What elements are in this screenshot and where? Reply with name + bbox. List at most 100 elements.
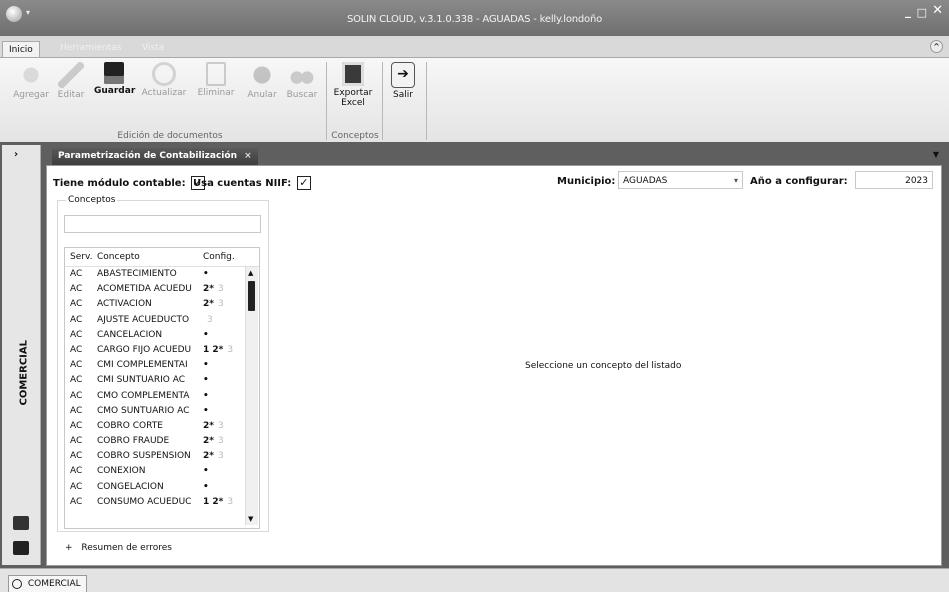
export-excel-button[interactable]: Exportar Excel — [330, 62, 376, 108]
exit-module-icon[interactable] — [13, 541, 29, 555]
concepts-grid: Serv. Concepto Config. AC ABASTECIMIENTO •… — [64, 247, 260, 529]
save-button[interactable]: Guardar — [94, 62, 135, 96]
cell-config-value: • — [203, 269, 209, 279]
cell-config: • — [203, 330, 241, 340]
add-button[interactable]: Agregar — [12, 62, 50, 100]
table-row[interactable]: AC ACTIVACIÓN 2* 3 — [65, 297, 245, 312]
table-row[interactable]: AC CONGELACIÓN • — [65, 480, 245, 495]
refresh-button[interactable]: Actualizar — [140, 62, 188, 98]
cell-serv: AC — [70, 466, 83, 477]
export-excel-label: Exportar Excel — [333, 88, 373, 108]
cell-config-dim: 3 — [217, 436, 224, 447]
table-row[interactable]: AC CARGO FIJO ACUEDU 1 2* 3 — [65, 343, 245, 358]
municipio-select[interactable]: AGUADAS ▾ — [618, 171, 743, 189]
tab-close-icon[interactable]: × — [244, 151, 252, 161]
cell-config: • — [203, 466, 241, 476]
delete-button-label: Eliminar — [197, 88, 235, 98]
cell-config: • — [203, 482, 241, 492]
cell-serv: AC — [70, 481, 83, 492]
cell-config-value: • — [203, 329, 209, 340]
cell-serv: AC — [70, 299, 83, 310]
cell-config: • — [203, 391, 241, 401]
ribbon-separator — [382, 62, 383, 140]
table-row[interactable]: AC CANCELACIÓN • — [65, 328, 245, 343]
concepts-group: Conceptos Serv. Concepto Config. AC ABAST… — [57, 195, 269, 532]
scroll-thumb[interactable] — [248, 281, 255, 311]
tab-list-dropdown-icon[interactable]: ▼ — [933, 150, 939, 159]
table-row[interactable]: AC CMI COMPLEMENTAI • — [65, 358, 245, 373]
cell-concepto: COBRO SUSPENSIÓN — [97, 451, 191, 462]
exit-button-label: Salir — [393, 90, 413, 100]
cell-config: 2* 3 — [203, 284, 241, 294]
edit-button-label: Editar — [57, 90, 85, 100]
empty-selection-message: Seleccione un concepto del listado — [525, 361, 682, 371]
cell-config: 2* 3 — [203, 421, 241, 431]
document-tab-label: Parametrización de Contabilización — [58, 151, 237, 161]
concepts-search-input[interactable] — [64, 215, 261, 233]
table-row[interactable]: AC ACOMETIDA ACUEDU 2* 3 — [65, 282, 245, 297]
grid-scrollbar[interactable]: ▲ ▼ — [245, 267, 258, 525]
minimize-icon[interactable]: _ — [905, 4, 911, 18]
cell-config-value: 2* — [203, 420, 214, 431]
column-header-config[interactable]: Config. — [203, 252, 241, 262]
void-button-label: Anular — [247, 90, 277, 100]
table-row[interactable]: AC CMO COMPLEMENTA • — [65, 389, 245, 404]
cell-serv: AC — [70, 360, 83, 371]
table-row[interactable]: AC COBRO FRAUDE 2* 3 — [65, 434, 245, 449]
column-header-concepto[interactable]: Concepto — [97, 252, 199, 262]
table-row[interactable]: AC COBRO CORTE 2* 3 — [65, 419, 245, 434]
expand-icon[interactable]: + — [65, 543, 73, 553]
cell-config-value: • — [203, 375, 209, 386]
cell-concepto: CMO COMPLEMENTA — [97, 390, 190, 401]
bottom-tab-label: COMERCIAL — [27, 579, 81, 589]
cell-config-value: • — [203, 466, 209, 477]
tab-inicio[interactable]: Inicio — [2, 41, 40, 58]
cell-config-dim: 3 — [217, 451, 224, 462]
module-label[interactable]: COMERCIAL — [19, 340, 30, 406]
table-row[interactable]: AC AJUSTE ACUEDUCTO 3 — [65, 313, 245, 328]
bottom-tab-comercial[interactable]: COMERCIAL — [8, 575, 87, 592]
expand-chevron-icon[interactable]: › — [14, 149, 18, 160]
tab-herramientas[interactable]: Herramientas — [54, 40, 127, 56]
exit-button[interactable]: ➔ Salir — [388, 62, 418, 100]
table-row[interactable]: AC CMO SUNTUARIO AC • — [65, 404, 245, 419]
bottom-tabs-bar: COMERCIAL — [0, 568, 949, 592]
config-panel: Tiene módulo contable: ✓ Usa cuentas NII… — [46, 165, 942, 566]
delete-button[interactable]: Eliminar — [194, 62, 238, 98]
cell-config: 2* 3 — [203, 299, 241, 309]
column-header-serv[interactable]: Serv. — [70, 252, 92, 262]
scroll-down-icon[interactable]: ▼ — [248, 515, 253, 523]
close-icon[interactable]: ✕ — [932, 3, 943, 18]
document-tab[interactable]: Parametrización de Contabilización × — [52, 148, 258, 165]
cell-serv: AC — [70, 405, 83, 416]
niif-checkbox[interactable]: ✓ — [296, 176, 311, 190]
cell-config-value: 2* — [203, 436, 214, 447]
dropdown-arrow-icon[interactable]: ▾ — [734, 172, 738, 190]
table-row[interactable]: AC ABASTECIMIENTO • — [65, 267, 245, 282]
niif-row: Usa cuentas NIIF: ✓ — [193, 176, 311, 190]
edit-button[interactable]: Editar — [54, 62, 88, 100]
table-row[interactable]: AC CONSUMO ACUEDUC 1 2* 3 — [65, 495, 245, 510]
maximize-icon[interactable]: □ — [917, 6, 927, 19]
cell-config: 2* 3 — [203, 451, 241, 461]
search-button[interactable]: Buscar — [284, 62, 320, 100]
cell-config-value: 1 2* — [203, 344, 224, 355]
table-row[interactable]: AC CMI SUNTUARIO AC • — [65, 373, 245, 388]
municipio-value: AGUADAS — [623, 176, 668, 186]
tab-vista[interactable]: Vista — [136, 40, 170, 56]
void-button[interactable]: Anular — [244, 62, 280, 100]
cell-serv: AC — [70, 344, 83, 355]
grid-header: Serv. Concepto Config. — [65, 248, 259, 267]
anio-input[interactable]: 2023 — [855, 171, 933, 189]
cell-concepto: CONSUMO ACUEDUC — [97, 496, 192, 507]
errors-summary-toggle[interactable]: + Resumen de errores — [65, 543, 172, 553]
window-title: SOLIN CLOUD, v.3.1.0.338 - AGUADAS - kel… — [346, 14, 603, 25]
table-row[interactable]: AC CONEXIÓN • — [65, 464, 245, 479]
cell-config-dim: 3 — [227, 344, 234, 355]
table-row[interactable]: AC COBRO SUSPENSIÓN 2* 3 — [65, 449, 245, 464]
module-icon[interactable] — [13, 516, 29, 530]
help-icon[interactable]: ^ — [930, 40, 943, 53]
cell-serv: AC — [70, 284, 83, 295]
scroll-up-icon[interactable]: ▲ — [248, 269, 253, 277]
modulo-contable-label: Tiene módulo contable: — [53, 178, 186, 189]
